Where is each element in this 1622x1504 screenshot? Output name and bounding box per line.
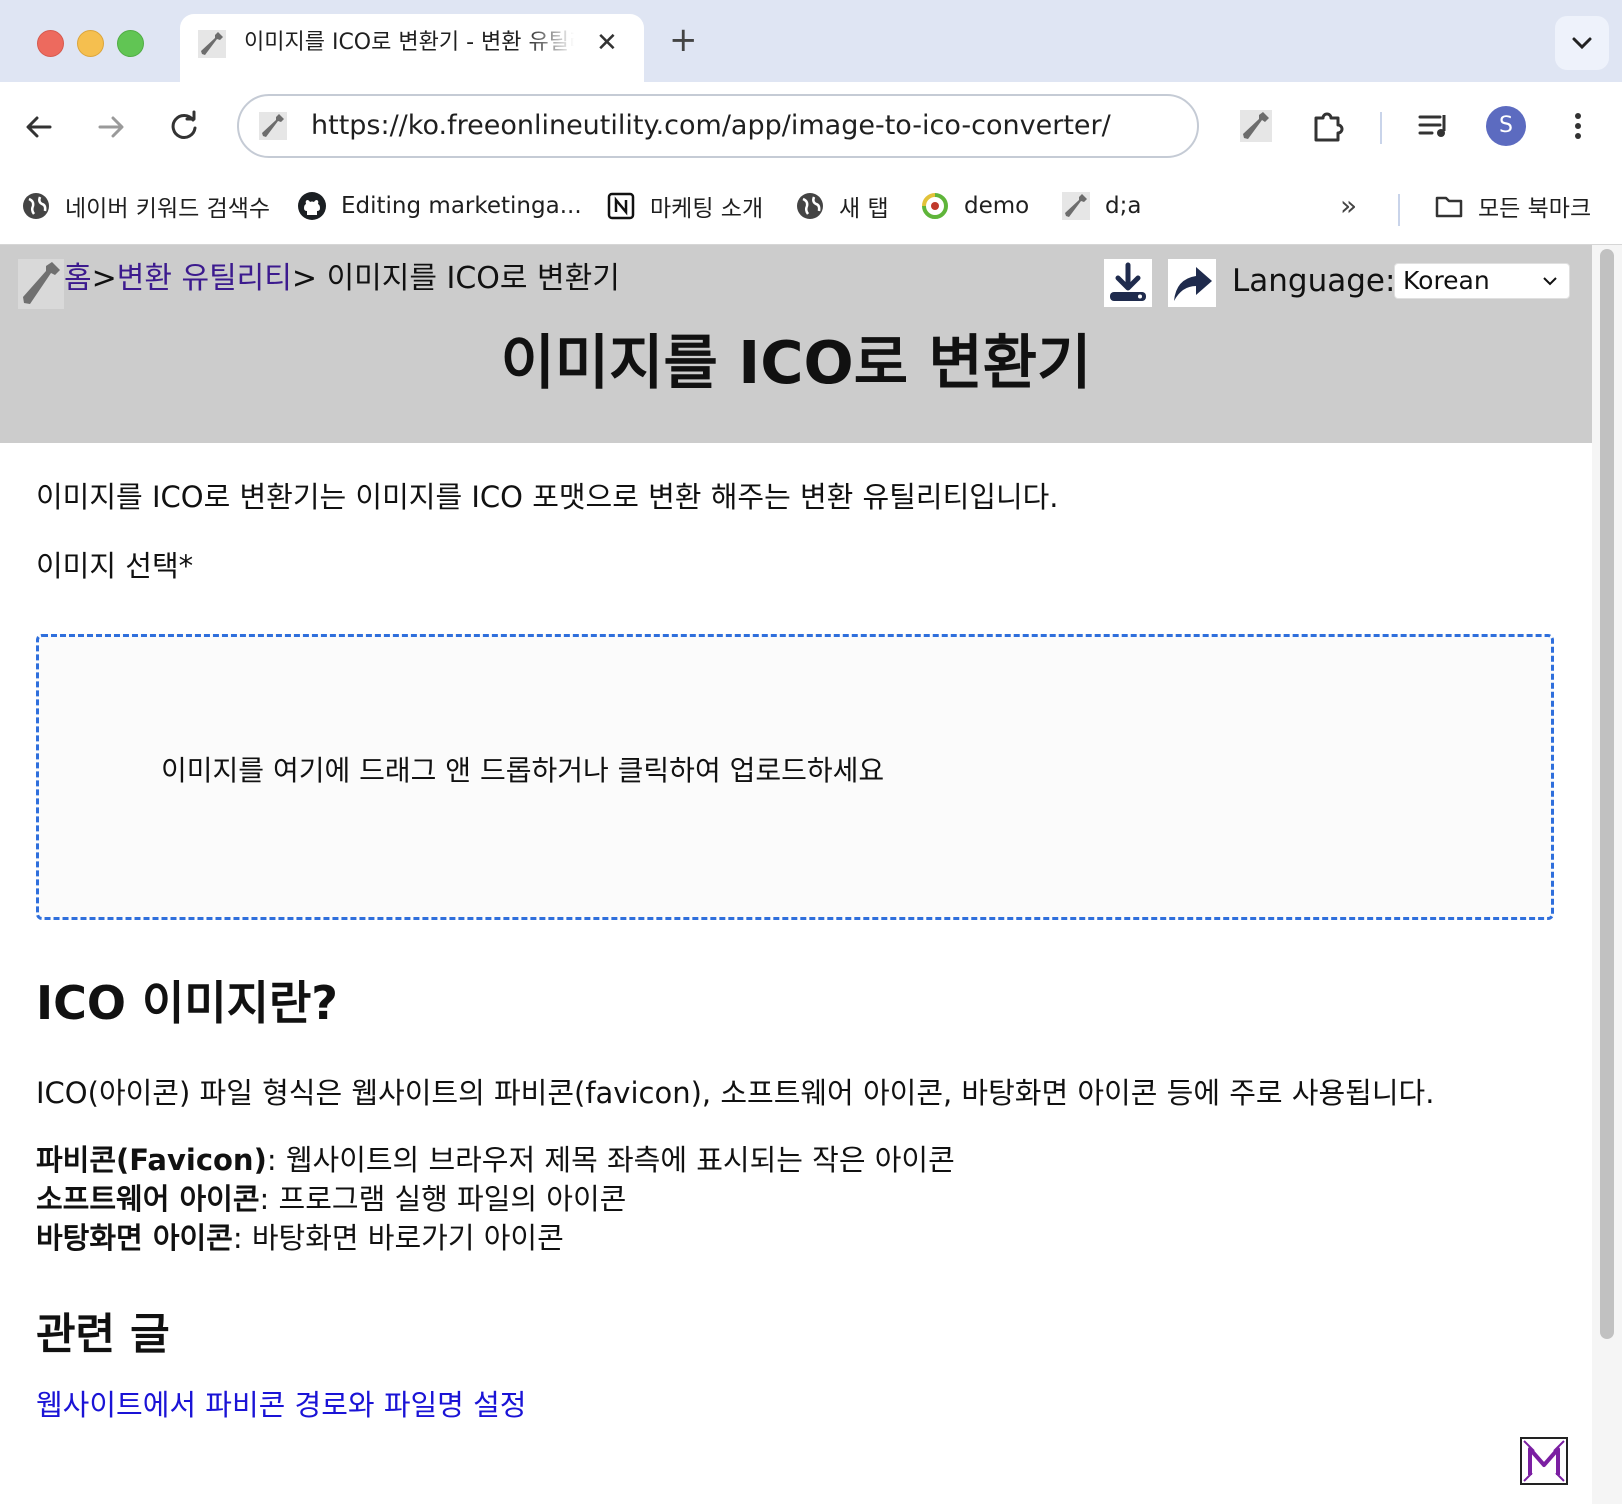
ico-description: ICO(아이콘) 파일 형식은 웹사이트의 파비콘(favicon), 소프트웨…	[36, 1076, 1435, 1110]
page-scrollbar[interactable]	[1592, 245, 1622, 1504]
ico-uses-list: 파비콘(Favicon): 웹사이트의 브라우저 제목 좌측에 표시되는 작은 …	[36, 1141, 955, 1258]
browser-toolbar: https://ko.freeonlineutility.com/app/ima…	[0, 82, 1622, 172]
use-term: 소프트웨어 아이콘	[36, 1182, 260, 1216]
bookmark-item[interactable]: 새 탭	[795, 186, 889, 226]
globe-icon	[23, 193, 49, 219]
more-menu-icon[interactable]	[1558, 106, 1598, 146]
dropzone-instructions: 이미지를 여기에 드래그 앤 드롭하거나 클릭하여 업로드하세요	[161, 754, 885, 787]
site-logo-wrench-icon[interactable]	[18, 259, 64, 309]
close-tab-icon[interactable]: ✕	[596, 28, 618, 58]
tab-strip: 이미지를 ICO로 변환기 - 변환 유틸리티 ✕ +	[0, 0, 1622, 82]
download-icon	[1110, 262, 1146, 301]
bookmark-item[interactable]: demo	[920, 186, 1029, 226]
bookmark-item[interactable]: d;a	[1061, 186, 1141, 226]
breadcrumb-separator: >	[91, 261, 117, 296]
bookmark-label: d;a	[1105, 193, 1142, 219]
chevron-down-icon	[1543, 277, 1557, 286]
image-dropzone[interactable]: 이미지를 여기에 드래그 앤 드롭하거나 클릭하여 업로드하세요	[36, 634, 1554, 920]
all-bookmarks-button[interactable]: 모든 북마크	[1434, 186, 1591, 226]
breadcrumb-current: > 이미지를 ICO로 변환기	[291, 261, 620, 296]
new-tab-button[interactable]: +	[669, 20, 698, 60]
breadcrumb: 홈>변환 유틸리티> 이미지를 ICO로 변환기	[64, 259, 620, 299]
chevron-down-icon	[1572, 37, 1592, 50]
wrench-icon	[1062, 192, 1090, 220]
use-item: 파비콘(Favicon): 웹사이트의 브라우저 제목 좌측에 표시되는 작은 …	[36, 1141, 955, 1180]
bookmarks-divider	[1398, 194, 1400, 226]
section-heading-related: 관련 글	[36, 1310, 170, 1360]
url-text[interactable]: https://ko.freeonlineutility.com/app/ima…	[311, 108, 1111, 144]
site-wrench-icon[interactable]	[257, 110, 289, 142]
bookmark-item[interactable]: 마케팅 소개	[606, 186, 763, 226]
m-logo-badge-icon[interactable]	[1520, 1437, 1568, 1485]
more-bookmarks-icon[interactable]: »	[1340, 186, 1357, 226]
globe-icon	[797, 193, 823, 219]
bookmark-label: 마케팅 소개	[650, 196, 764, 222]
tab-title: 이미지를 ICO로 변환기 - 변환 유틸리티	[244, 30, 574, 55]
share-button[interactable]	[1168, 259, 1216, 307]
tab-search-button[interactable]	[1555, 16, 1609, 70]
wrench-icon	[198, 30, 226, 58]
page-title: 이미지를 ICO로 변환기	[500, 328, 1092, 397]
recycle-icon	[922, 193, 948, 219]
bookmark-label: demo	[964, 193, 1030, 219]
intro-text: 이미지를 ICO로 변환기는 이미지를 ICO 포맷으로 변환 해주는 변환 유…	[36, 480, 1059, 514]
forward-arrow-icon[interactable]	[90, 106, 132, 148]
browser-tab-active[interactable]: 이미지를 ICO로 변환기 - 변환 유틸리티 ✕	[180, 14, 644, 82]
extensions-puzzle-icon[interactable]	[1308, 106, 1348, 146]
use-item: 바탕화면 아이콘: 바탕화면 바로가기 아이콘	[36, 1219, 955, 1258]
wrench-extension-icon[interactable]	[1236, 106, 1276, 146]
use-item: 소프트웨어 아이콘: 프로그램 실행 파일의 아이콘	[36, 1180, 955, 1219]
bookmark-item[interactable]: Editing marketinga...	[297, 186, 582, 226]
use-text: : 웹사이트의 브라우저 제목 좌측에 표시되는 작은 아이콘	[266, 1143, 955, 1177]
media-queue-icon[interactable]	[1414, 106, 1454, 146]
page-viewport: 홈>변환 유틸리티> 이미지를 ICO로 변환기 Language: Korea…	[0, 245, 1592, 1504]
toolbar-divider	[1380, 112, 1382, 144]
close-window-button[interactable]	[37, 30, 64, 57]
bookmark-label: Editing marketinga...	[341, 193, 582, 219]
language-label: Language:	[1232, 263, 1396, 299]
use-text: : 바탕화면 바로가기 아이콘	[232, 1221, 564, 1255]
breadcrumb-home-link[interactable]: 홈	[64, 261, 92, 296]
folder-icon	[1435, 196, 1463, 218]
bookmark-item[interactable]: 네이버 키워드 검색수	[21, 186, 270, 226]
image-select-label: 이미지 선택*	[36, 549, 194, 583]
use-term: 바탕화면 아이콘	[36, 1221, 233, 1255]
bookmark-label: 새 탭	[839, 196, 889, 222]
minimize-window-button[interactable]	[77, 30, 104, 57]
bookmarks-bar: 네이버 키워드 검색수 Editing marketinga... 마케팅 소개…	[0, 172, 1622, 245]
address-bar[interactable]: https://ko.freeonlineutility.com/app/ima…	[237, 94, 1199, 158]
back-arrow-icon[interactable]	[18, 106, 60, 148]
page-header: 홈>변환 유틸리티> 이미지를 ICO로 변환기 Language: Korea…	[0, 245, 1592, 443]
download-button[interactable]	[1104, 259, 1152, 307]
share-arrow-icon	[1174, 267, 1212, 301]
use-text: : 프로그램 실행 파일의 아이콘	[259, 1182, 627, 1216]
language-select[interactable]: Korean	[1394, 263, 1570, 299]
notion-icon	[607, 192, 635, 220]
related-article-link[interactable]: 웹사이트에서 파비콘 경로와 파일명 설정	[36, 1385, 526, 1425]
language-selected-value: Korean	[1403, 266, 1490, 295]
breadcrumb-category-link[interactable]: 변환 유틸리티	[117, 261, 292, 296]
scrollbar-thumb[interactable]	[1600, 249, 1614, 1339]
section-heading-what-is-ico: ICO 이미지란?	[36, 976, 338, 1030]
github-icon	[298, 192, 326, 220]
bookmark-label: 네이버 키워드 검색수	[65, 196, 271, 222]
profile-avatar[interactable]: S	[1486, 106, 1526, 146]
maximize-window-button[interactable]	[117, 30, 144, 57]
reload-icon[interactable]	[163, 106, 205, 148]
all-bookmarks-label: 모든 북마크	[1478, 196, 1592, 222]
use-term: 파비콘(Favicon)	[36, 1143, 267, 1177]
